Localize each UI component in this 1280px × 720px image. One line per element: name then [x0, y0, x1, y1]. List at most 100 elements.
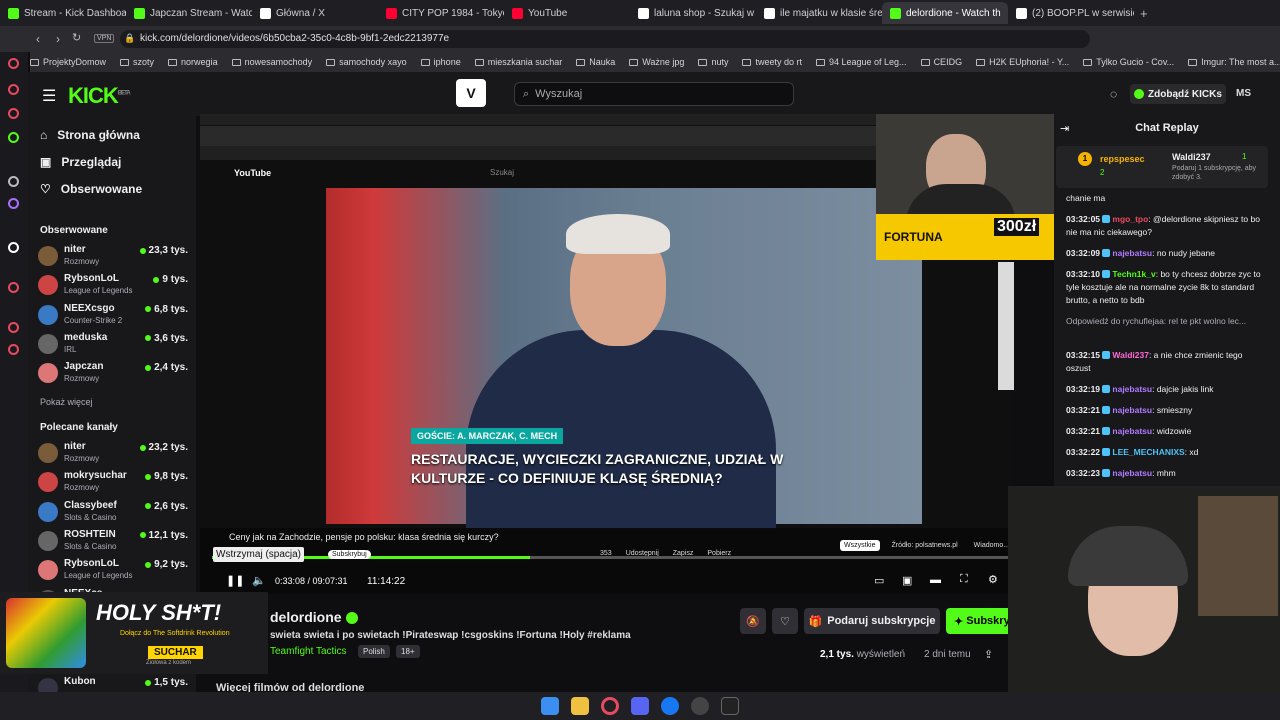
bookmark-item[interactable]: Imgur: The most a... — [1188, 57, 1280, 67]
chat-username[interactable]: LEE_MECHANIXS — [1112, 447, 1184, 457]
discord-icon[interactable] — [631, 697, 649, 715]
extension-icon[interactable]: V — [456, 79, 486, 107]
sidebar-app-icon[interactable] — [8, 176, 19, 187]
chat-username[interactable]: najebatsu — [1112, 248, 1152, 258]
leader-user-2[interactable]: Waldi237 — [1172, 152, 1211, 162]
tag-age[interactable]: 18+ — [396, 645, 420, 658]
nav-following[interactable]: ♡ Obserwowane — [40, 182, 142, 196]
search-input[interactable]: ⌕ Wyszukaj — [514, 82, 794, 106]
bookmark-item[interactable]: szoty — [120, 57, 154, 67]
sidebar-app-icon[interactable] — [8, 198, 19, 209]
bookmark-item[interactable]: mieszkania suchar — [474, 57, 562, 67]
user-avatar[interactable]: MS — [1236, 88, 1251, 99]
settings-icon[interactable]: ⚙ — [988, 573, 998, 586]
bookmark-item[interactable]: iphone — [420, 57, 461, 67]
bookmark-item[interactable]: norwegia — [168, 57, 218, 67]
back-icon[interactable]: ‹ — [36, 32, 40, 46]
channel-item[interactable]: mokrysuchar Rozmowy 9,8 tys. — [38, 470, 188, 498]
streamer-name[interactable]: delordione — [270, 609, 342, 625]
sidebar-app-icon[interactable] — [8, 282, 19, 293]
bookmark-item[interactable]: tweety do rt — [742, 57, 802, 67]
chat-username[interactable]: najebatsu — [1112, 468, 1152, 478]
chat-username[interactable]: Waldi237 — [1112, 350, 1149, 360]
opera-icon[interactable] — [601, 697, 619, 715]
sidebar-app-icon[interactable] — [8, 58, 19, 69]
bookmark-item[interactable]: 94 League of Leg... — [815, 57, 907, 67]
bookmark-item[interactable]: Ważne jpg — [629, 57, 684, 67]
kick-logo[interactable]: KICKBETA — [68, 83, 131, 109]
pip-icon[interactable]: ▣ — [902, 574, 912, 587]
channel-item[interactable]: Japczan Rozmowy 2,4 tys. — [38, 361, 188, 389]
sidebar-app-icon[interactable] — [8, 322, 19, 333]
browser-tab[interactable]: (2) BOOP.PL w serwisie — [1008, 2, 1134, 24]
channel-item[interactable]: RybsonLoL League of Legends 9,2 tys. — [38, 558, 188, 586]
sidebar-app-icon[interactable] — [8, 344, 19, 355]
volume-icon[interactable]: 🔈 — [252, 574, 266, 587]
bookmark-item[interactable]: CEIDG — [920, 57, 962, 67]
url-field[interactable]: 🔒 kick.com/delordione/videos/6b50cba2-35… — [120, 30, 1090, 48]
channel-item[interactable]: NEEXcsgo Counter-Strike 2 6,8 tys. — [38, 303, 188, 331]
forward-icon[interactable]: › — [56, 32, 60, 46]
channel-item[interactable]: ROSHTEIN Slots & Casino 12,1 tys. — [38, 529, 188, 557]
get-kicks-button[interactable]: Zdobądź KICKs — [1130, 84, 1226, 104]
browser-tab[interactable]: delordione - Watch th — [882, 2, 1008, 24]
nav-browse[interactable]: ▣ Przeglądaj — [40, 155, 121, 169]
bookmark-item[interactable]: nuty — [698, 57, 728, 67]
channel-item[interactable]: niter Rozmowy 23,3 tys. — [38, 244, 188, 272]
reload-icon[interactable]: ↻ — [72, 31, 81, 44]
pause-icon[interactable]: ❚❚ — [226, 574, 244, 587]
terminal-icon[interactable] — [721, 697, 739, 715]
bookmark-item[interactable]: nowesamochody — [231, 57, 312, 67]
menu-icon[interactable]: ☰ — [42, 86, 56, 106]
sidebar-app-icon[interactable] — [8, 132, 19, 143]
browser-tab[interactable]: CITY POP 1984 - Tokyo — [378, 2, 504, 24]
browser-tab[interactable]: Stream - Kick Dashboard — [0, 2, 126, 24]
share-icon[interactable]: ⇪ — [984, 648, 993, 661]
bookmark-item[interactable]: ProjektyDomow — [30, 57, 106, 67]
vpn-badge[interactable]: VPN — [94, 34, 115, 43]
filter-all[interactable]: Wszystkie — [840, 540, 880, 551]
theater-icon[interactable]: ▬ — [930, 574, 941, 586]
browser-tab[interactable]: laluna shop - Szukaj w G — [630, 2, 756, 24]
chat-username[interactable]: Techn1k_v — [1112, 269, 1155, 279]
explorer-icon[interactable] — [571, 697, 589, 715]
filter-news[interactable]: Wiadomo... — [970, 540, 1013, 551]
mute-notifications-button[interactable]: 🔕 — [740, 608, 766, 634]
bookmark-item[interactable]: Tylko Gucio - Cov... — [1083, 57, 1174, 67]
chat-username[interactable]: najebatsu — [1112, 384, 1152, 394]
channel-item[interactable]: niter Rozmowy 23,2 tys. — [38, 441, 188, 469]
fullscreen-icon[interactable]: ⛶ — [960, 573, 968, 586]
category-link[interactable]: Teamfight Tactics — [270, 646, 347, 657]
follow-button[interactable]: ♡ — [772, 608, 798, 634]
bookmark-item[interactable]: samochody xayo — [326, 57, 407, 67]
gift-subs-button[interactable]: 🎁 Podaruj subskrypcje — [804, 608, 940, 634]
sidebar-app-icon[interactable] — [8, 242, 19, 253]
channel-item[interactable]: meduska IRL 3,6 tys. — [38, 332, 188, 360]
browser-tab[interactable]: ile majatku w klasie śred — [756, 2, 882, 24]
facebook-icon[interactable] — [661, 697, 679, 715]
bookmark-item[interactable]: Nauka — [576, 57, 615, 67]
subscribe-button[interactable]: ✦ Subskry — [946, 608, 1010, 634]
tag-language[interactable]: Polish — [358, 645, 390, 658]
steam-icon[interactable] — [691, 697, 709, 715]
sidebar-app-icon[interactable] — [8, 108, 19, 119]
clip-icon[interactable]: ▭ — [874, 574, 884, 587]
leader-user-1[interactable]: repspesec — [1100, 154, 1145, 164]
chat-username[interactable]: najebatsu — [1112, 405, 1152, 415]
chat-username[interactable]: najebatsu — [1112, 426, 1152, 436]
show-more-link[interactable]: Pokaż więcej — [40, 397, 93, 407]
youtube-subscribe[interactable]: Subskrybuj — [328, 550, 371, 559]
bookmark-item[interactable]: H2K EUphoria! - Y... — [976, 57, 1069, 67]
browser-tab[interactable]: Japczan Stream - Watch — [126, 2, 252, 24]
sidebar-app-icon[interactable] — [8, 84, 19, 95]
start-icon[interactable] — [541, 697, 559, 715]
filter-source[interactable]: Źródło: polsatnews.pl — [888, 540, 962, 551]
nav-home[interactable]: ⌂ Strona główna — [40, 128, 140, 142]
browser-tab[interactable]: Główna / X — [252, 2, 378, 24]
notifications-icon[interactable]: ◌ — [1110, 87, 1117, 101]
new-tab-icon[interactable]: + — [1140, 6, 1148, 21]
channel-item[interactable]: RybsonLoL League of Legends 9 tys. — [38, 273, 188, 301]
channel-item[interactable]: Classybeef Slots & Casino 2,6 tys. — [38, 500, 188, 528]
chat-username[interactable]: mgo_tpo — [1112, 214, 1148, 224]
browser-tab[interactable]: YouTube — [504, 2, 630, 24]
